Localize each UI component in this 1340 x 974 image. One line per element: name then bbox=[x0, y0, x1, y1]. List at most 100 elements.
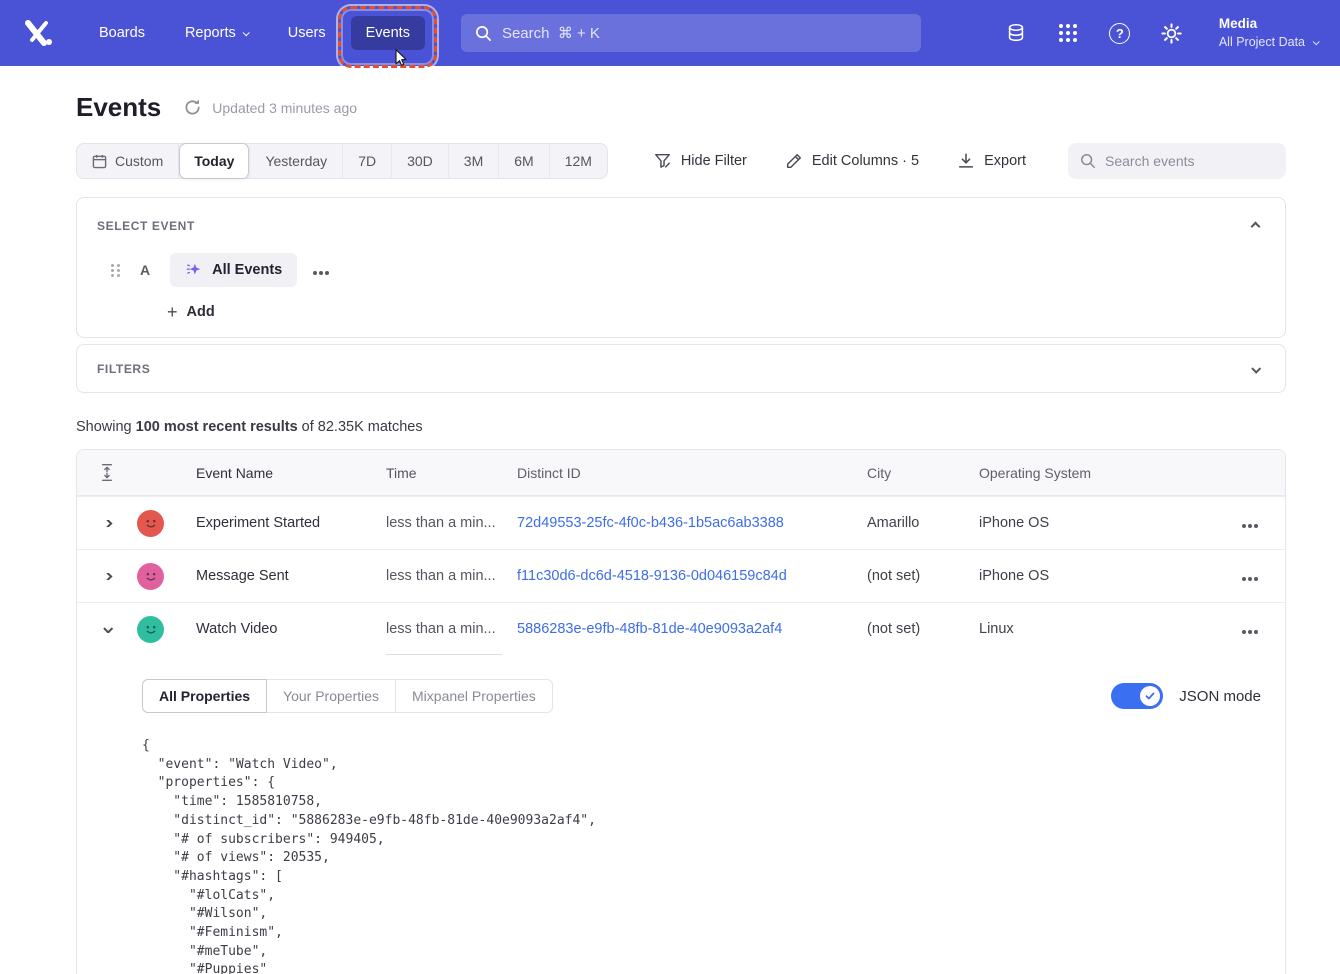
range-today[interactable]: Today bbox=[179, 143, 250, 179]
city-cell: Amarillo bbox=[867, 515, 979, 531]
events-table: Event Name Time Distinct ID City Operati… bbox=[76, 449, 1286, 974]
row-actions-button[interactable] bbox=[1240, 508, 1260, 539]
expand-row-button[interactable] bbox=[77, 520, 137, 527]
chevron-up-icon bbox=[1251, 222, 1261, 232]
nav-item-reports-label: Reports bbox=[185, 25, 236, 41]
filters-label: FILTERS bbox=[97, 362, 150, 376]
navbar-right-cluster: ? Media All Project Data bbox=[1003, 15, 1318, 50]
settings-gear-icon[interactable] bbox=[1159, 20, 1185, 46]
pencil-icon bbox=[785, 152, 803, 170]
range-6m[interactable]: 6M bbox=[499, 144, 549, 178]
event-selector[interactable]: All Events bbox=[170, 253, 297, 287]
event-selector-label: All Events bbox=[212, 262, 282, 278]
nav-item-reports[interactable]: Reports bbox=[170, 16, 263, 50]
nav-item-users[interactable]: Users bbox=[273, 16, 341, 50]
search-events[interactable] bbox=[1068, 143, 1286, 179]
col-event-name[interactable]: Event Name bbox=[181, 465, 386, 481]
expand-row-button[interactable] bbox=[77, 573, 137, 580]
row-actions-button[interactable] bbox=[1240, 614, 1260, 645]
chevron-down-icon bbox=[103, 626, 113, 633]
chevron-down-icon bbox=[1313, 38, 1320, 45]
apps-grid-icon[interactable] bbox=[1055, 20, 1081, 46]
row-actions-button[interactable] bbox=[1240, 561, 1260, 592]
time-cell: less than a min... bbox=[386, 515, 517, 531]
hide-filter-button[interactable]: Hide Filter bbox=[653, 152, 747, 170]
help-icon[interactable]: ? bbox=[1107, 20, 1133, 46]
data-management-icon[interactable] bbox=[1003, 20, 1029, 46]
project-scope-label: All Project Data bbox=[1219, 34, 1305, 51]
os-cell: iPhone OS bbox=[979, 515, 1215, 531]
distinct-id-link[interactable]: f11c30d6-dc6d-4518-9136-0d046159c84d bbox=[517, 568, 867, 584]
hide-filter-label: Hide Filter bbox=[681, 153, 747, 169]
project-switcher[interactable]: Media All Project Data bbox=[1219, 15, 1318, 50]
col-distinct-id[interactable]: Distinct ID bbox=[517, 465, 867, 481]
refresh-icon bbox=[183, 98, 202, 117]
tab-mixpanel-properties[interactable]: Mixpanel Properties bbox=[395, 679, 553, 713]
plus-icon: + bbox=[167, 303, 178, 321]
table-header-row: Event Name Time Distinct ID City Operati… bbox=[77, 450, 1285, 496]
range-30d[interactable]: 30D bbox=[392, 144, 449, 178]
filters-panel: FILTERS bbox=[76, 344, 1286, 393]
global-search-input[interactable] bbox=[502, 25, 907, 42]
col-city[interactable]: City bbox=[867, 465, 979, 481]
select-event-label: SELECT EVENT bbox=[97, 219, 195, 233]
event-name-cell: Experiment Started bbox=[181, 515, 386, 531]
add-event-button[interactable]: + Add bbox=[167, 303, 215, 321]
properties-tabs: All Properties Your Properties Mixpanel … bbox=[142, 679, 553, 713]
tab-all-properties[interactable]: All Properties bbox=[142, 679, 267, 713]
nav-item-events[interactable]: Events bbox=[351, 16, 425, 50]
col-time[interactable]: Time bbox=[386, 465, 517, 481]
json-mode-toggle[interactable] bbox=[1111, 683, 1163, 709]
chevron-right-icon bbox=[102, 520, 112, 527]
face-icon bbox=[140, 565, 162, 587]
check-icon bbox=[1144, 690, 1156, 702]
event-options-button[interactable] bbox=[309, 257, 333, 284]
global-search[interactable] bbox=[461, 14, 921, 52]
chevron-down-icon bbox=[1251, 364, 1261, 374]
event-name-cell: Message Sent bbox=[181, 568, 386, 584]
os-cell: iPhone OS bbox=[979, 568, 1215, 584]
range-7d[interactable]: 7D bbox=[343, 144, 392, 178]
edit-columns-label: Edit Columns · 5 bbox=[812, 153, 919, 169]
event-name-cell: Watch Video bbox=[181, 621, 386, 637]
events-page: Events Updated 3 minutes ago Custom Toda… bbox=[0, 66, 1340, 974]
collapse-row-button[interactable] bbox=[77, 626, 137, 633]
export-label: Export bbox=[984, 153, 1026, 169]
collapse-rows-icon bbox=[100, 463, 114, 482]
range-3m[interactable]: 3M bbox=[449, 144, 499, 178]
more-options-icon bbox=[1248, 524, 1252, 528]
distinct-id-link[interactable]: 5886283e-e9fb-48fb-81de-40e9093a2af4 bbox=[517, 621, 867, 637]
chevron-down-icon bbox=[242, 29, 249, 36]
search-events-input[interactable] bbox=[1105, 153, 1274, 169]
event-avatar bbox=[137, 616, 164, 643]
refresh-button[interactable] bbox=[183, 98, 202, 117]
mixpanel-logo-icon[interactable] bbox=[22, 18, 56, 48]
more-options-icon bbox=[1248, 630, 1252, 634]
add-event-label: Add bbox=[187, 304, 215, 320]
select-event-panel: SELECT EVENT A All Events + Add bbox=[76, 197, 1286, 338]
drag-handle-icon[interactable] bbox=[111, 264, 114, 267]
export-button[interactable]: Export bbox=[957, 152, 1026, 170]
distinct-id-link[interactable]: 72d49553-25fc-4f0c-b436-1b5ac6ab3388 bbox=[517, 515, 867, 531]
primary-nav: Boards Reports Users Events bbox=[84, 16, 425, 50]
range-yesterday[interactable]: Yesterday bbox=[250, 144, 343, 178]
face-icon bbox=[140, 512, 162, 534]
col-os[interactable]: Operating System bbox=[979, 465, 1215, 481]
collapse-panel-button[interactable] bbox=[1246, 214, 1265, 237]
collapse-all-rows-button[interactable] bbox=[77, 463, 137, 482]
city-cell: (not set) bbox=[867, 568, 979, 584]
range-12m[interactable]: 12M bbox=[550, 144, 607, 178]
event-avatar bbox=[137, 510, 164, 537]
updated-timestamp: Updated 3 minutes ago bbox=[212, 100, 357, 116]
face-icon bbox=[140, 618, 162, 640]
results-summary: Showing 100 most recent results of 82.35… bbox=[76, 419, 1286, 435]
nav-item-boards[interactable]: Boards bbox=[84, 16, 160, 50]
project-name: Media bbox=[1219, 15, 1318, 33]
range-custom[interactable]: Custom bbox=[77, 144, 179, 178]
edit-columns-button[interactable]: Edit Columns · 5 bbox=[785, 152, 919, 170]
expand-filters-button[interactable] bbox=[1246, 357, 1265, 380]
tab-your-properties[interactable]: Your Properties bbox=[266, 679, 396, 713]
city-cell: (not set) bbox=[867, 621, 979, 637]
top-navbar: Boards Reports Users Events ? bbox=[0, 0, 1340, 66]
event-json-viewer[interactable]: { "event": "Watch Video", "properties": … bbox=[142, 737, 1265, 974]
